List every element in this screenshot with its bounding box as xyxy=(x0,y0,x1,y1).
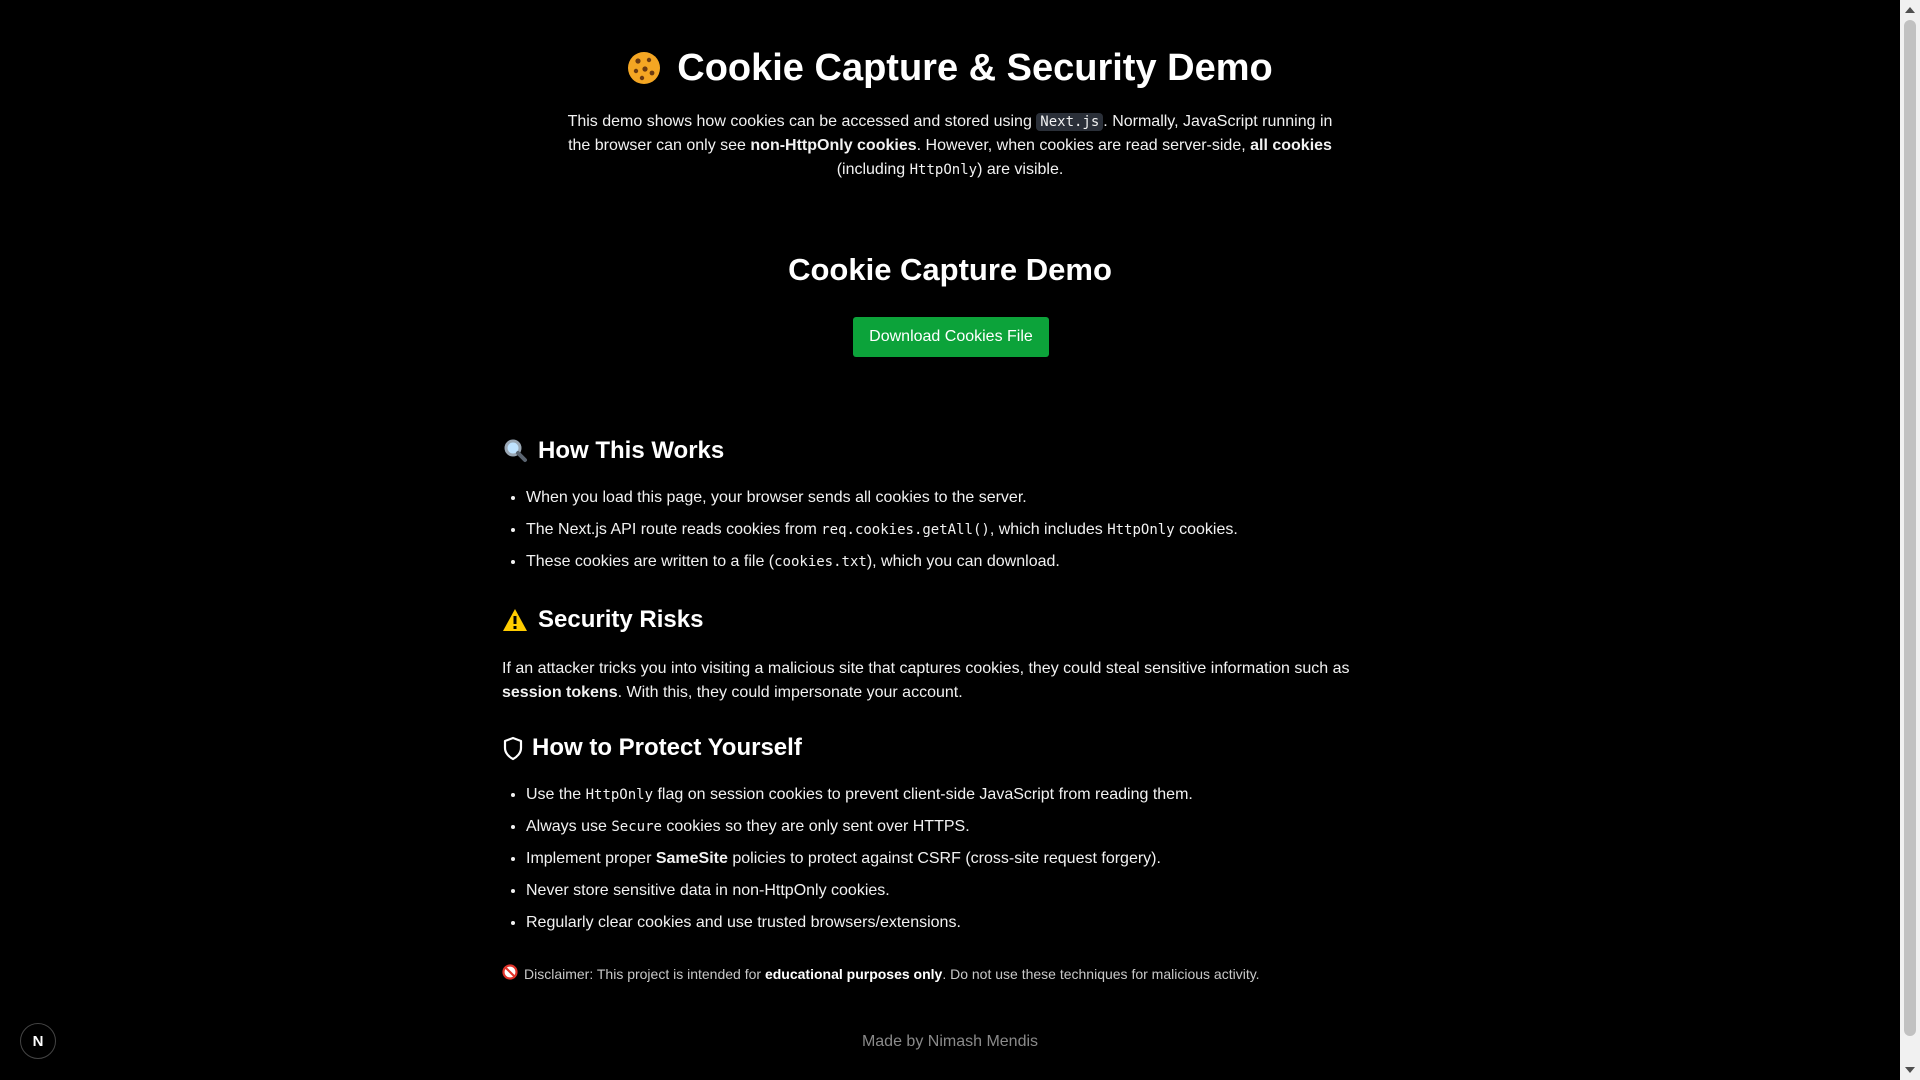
shield-icon xyxy=(502,735,524,761)
title-row: Cookie Capture & Security Demo xyxy=(0,40,1900,96)
disclaimer-text-part: . Do not use these techniques for malici… xyxy=(942,965,1260,982)
footer-credit: Made by Nimash Mendis xyxy=(861,1033,1039,1050)
list-item: Regularly clear cookies and use trusted … xyxy=(526,907,1382,939)
list-item: Never store sensitive data in non-HttpOn… xyxy=(526,875,1382,907)
list-item: Use the HttpOnly flag on session cookies… xyxy=(526,779,1382,811)
list-item-text: policies to protect against CSRF (cross-… xyxy=(727,850,1161,867)
download-cookies-button[interactable]: Download Cookies File xyxy=(853,317,1049,357)
list-item-text: Always use xyxy=(526,818,612,835)
protect-list: Use the HttpOnly flag on session cookies… xyxy=(502,779,1382,939)
list-item-text: cookies. xyxy=(1174,521,1238,538)
page-header: Cookie Capture & Security Demo This demo… xyxy=(0,40,1900,182)
list-item: The Next.js API route reads cookies from… xyxy=(526,514,1382,546)
code-httponly: HttpOnly xyxy=(585,787,654,803)
prohibited-icon xyxy=(502,964,518,983)
scroll-up-arrow-icon[interactable] xyxy=(1905,7,1915,13)
code-secure: Secure xyxy=(611,819,662,835)
protect-heading: How to Protect Yourself xyxy=(502,731,1382,765)
list-item-text: The Next.js API route reads cookies from xyxy=(526,521,822,538)
list-item-text: flag on session cookies to prevent clien… xyxy=(653,786,1193,803)
intro-text-part: (including xyxy=(836,161,910,178)
scroll-down-arrow-icon[interactable] xyxy=(1905,1067,1915,1073)
page-viewport: Cookie Capture & Security Demo This demo… xyxy=(0,0,1920,1080)
scroll-thumb[interactable] xyxy=(1904,20,1916,1036)
how-it-works-heading: How This Works xyxy=(502,434,1382,468)
demo-title: Cookie Capture Demo xyxy=(788,252,1112,287)
disclaimer-text: Disclaimer: This project is intended for… xyxy=(524,966,1260,982)
how-it-works-section: How This Works When you load this page, … xyxy=(502,434,1382,578)
code-nextjs: Next.js xyxy=(1036,113,1104,131)
intro-text: This demo shows how cookies can be acces… xyxy=(555,110,1345,182)
vertical-scrollbar[interactable] xyxy=(1900,0,1920,1080)
protect-section: How to Protect Yourself Use the HttpOnly… xyxy=(502,731,1382,939)
bold-educational: educational purposes only xyxy=(764,965,943,982)
page-title: Cookie Capture & Security Demo xyxy=(677,46,1273,89)
list-item-text: cookies so they are only sent over HTTPS… xyxy=(661,818,970,835)
cookie-icon xyxy=(627,51,661,85)
list-item-text: Implement proper xyxy=(526,850,656,867)
code-cookies-txt: cookies.txt xyxy=(774,554,867,570)
intro-text-part: This demo shows how cookies can be acces… xyxy=(567,113,1037,130)
bold-session-tokens: session tokens xyxy=(502,684,618,701)
code-httponly: HttpOnly xyxy=(909,162,978,178)
list-item: Always use Secure cookies so they are on… xyxy=(526,811,1382,843)
security-risks-text-part: If an attacker tricks you into visiting … xyxy=(502,660,1350,677)
list-item: Implement proper SameSite policies to pr… xyxy=(526,843,1382,875)
intro-bold-non-httponly: non-HttpOnly cookies xyxy=(750,137,917,154)
list-item-text: ), which you can download. xyxy=(866,553,1060,570)
protect-title: How to Protect Yourself xyxy=(532,734,802,761)
nextjs-badge-button[interactable]: N xyxy=(20,1023,56,1059)
page-content: Cookie Capture & Security Demo This demo… xyxy=(0,0,1900,1080)
list-item-text: , which includes xyxy=(989,521,1108,538)
security-risks-text: If an attacker tricks you into visiting … xyxy=(502,657,1382,705)
code-httponly: HttpOnly xyxy=(1107,522,1175,538)
list-item: When you load this page, your browser se… xyxy=(526,482,1382,514)
list-item: These cookies are written to a file (coo… xyxy=(526,546,1382,578)
security-risks-text-part: . With this, they could impersonate your… xyxy=(617,684,963,701)
intro-text-part: ) are visible. xyxy=(977,161,1064,178)
disclaimer-text-part: Disclaimer: This project is intended for xyxy=(524,965,765,982)
intro-bold-all-cookies: all cookies xyxy=(1250,137,1332,154)
list-item-text: Use the xyxy=(526,786,586,803)
how-it-works-list: When you load this page, your browser se… xyxy=(502,482,1382,578)
nextjs-logo-icon: N xyxy=(32,1032,44,1050)
disclaimer: Disclaimer: This project is intended for… xyxy=(502,964,1382,983)
disclaimer-row: Disclaimer: This project is intended for… xyxy=(502,964,1382,983)
security-risks-title: Security Risks xyxy=(538,606,704,633)
intro-text-part: . However, when cookies are read server-… xyxy=(916,137,1251,154)
code-getall: req.cookies.getAll() xyxy=(821,522,990,538)
how-it-works-title: How This Works xyxy=(538,437,725,464)
bold-samesite: SameSite xyxy=(655,850,728,867)
magnifier-icon xyxy=(502,438,528,464)
list-item-text: These cookies are written to a file ( xyxy=(526,553,775,570)
security-risks-heading: Security Risks xyxy=(502,603,1382,637)
warning-icon xyxy=(502,607,528,633)
security-risks-section: Security Risks If an attacker tricks you… xyxy=(502,603,1382,705)
